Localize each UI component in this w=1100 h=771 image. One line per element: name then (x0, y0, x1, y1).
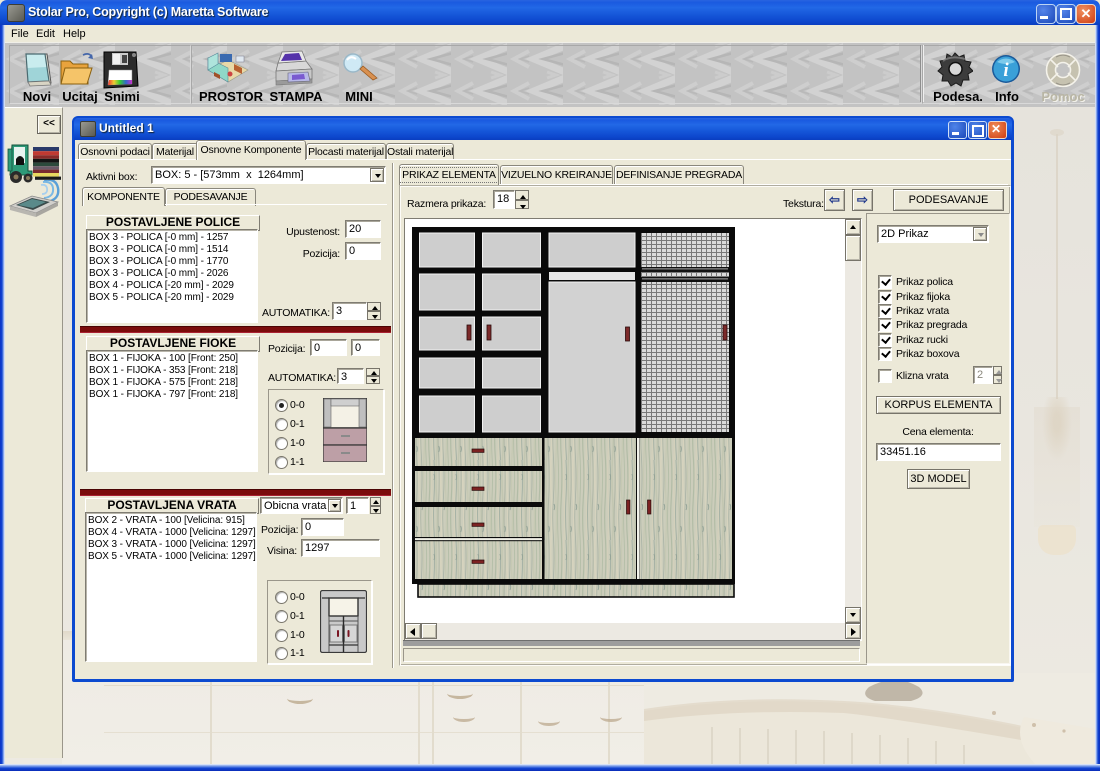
svg-text:i: i (1003, 60, 1009, 81)
